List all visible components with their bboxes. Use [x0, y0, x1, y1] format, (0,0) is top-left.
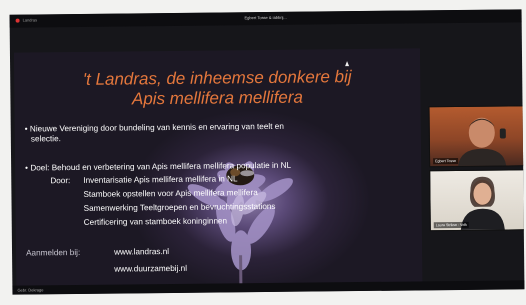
door-item: Certificering van stamboek koninginnen	[83, 216, 228, 227]
door-item: Samenwerking Teeltgroepen en bevruchting…	[83, 201, 276, 213]
local-user-label: Gebr. Dekrage	[17, 287, 44, 293]
aanmelden-label: Aanmelden bij:	[25, 247, 81, 258]
participant-video-tile[interactable]: Egbert Tosse	[428, 105, 525, 168]
link-landras[interactable]: www.landras.nl	[114, 247, 169, 258]
participant-name: Egbert Tosse	[433, 158, 459, 165]
window-title: Egbert Tosse & iabbrij...	[244, 14, 287, 21]
slide-title-line2: Apis mellifera mellifera	[131, 87, 304, 109]
participant-video-tile[interactable]: Laura Strikse - Volk	[429, 169, 525, 232]
door-item: Inventarisatie Apis mellifera mellifera …	[83, 174, 238, 185]
presentation-slide: 't Landras, de inheemse donkere bij Apis…	[13, 48, 423, 287]
bee-on-flower-image	[187, 161, 293, 286]
window-topbar: Landras Egbert Tosse & iabbrij...	[9, 9, 522, 28]
bullet-1-line2: selectie.	[30, 134, 61, 144]
video-call-window: Landras Egbert Tosse & iabbrij... 't Lan…	[9, 9, 525, 295]
link-duurzamebij[interactable]: www.duurzamebij.nl	[114, 264, 187, 275]
door-label: Door:	[50, 176, 71, 186]
mouse-cursor-icon	[345, 61, 350, 67]
participant-name: Laura Strikse - Volk	[433, 221, 469, 229]
door-item: Stamboek opstellen voor Apis mellifera m…	[83, 188, 258, 199]
